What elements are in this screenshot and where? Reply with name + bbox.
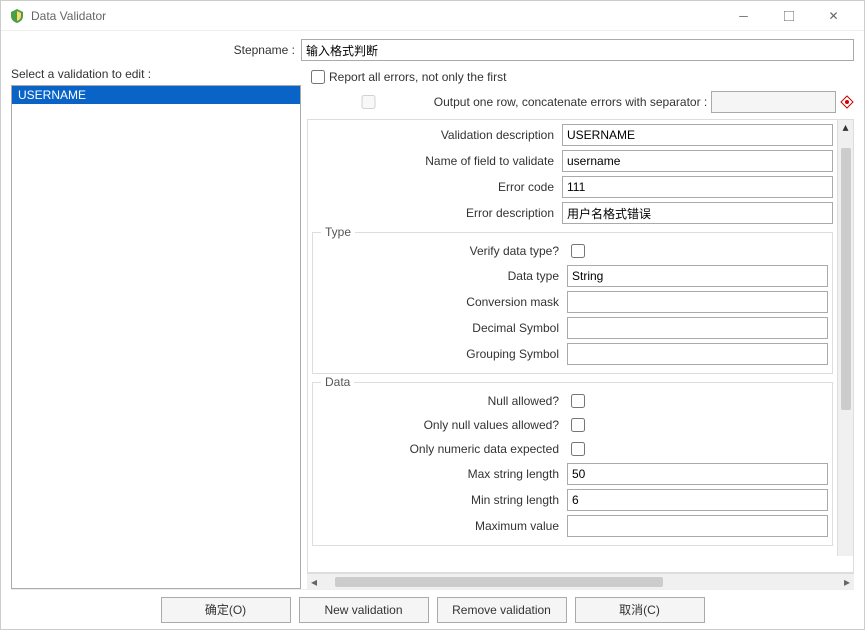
convmask-input[interactable] <box>567 291 828 313</box>
convmask-label: Conversion mask <box>317 295 567 309</box>
validation-list-label: Select a validation to edit : <box>11 67 301 81</box>
fname-input[interactable] <box>562 150 833 172</box>
onlynum-checkbox[interactable] <box>571 442 585 456</box>
stepname-input[interactable] <box>301 39 854 61</box>
horizontal-scrollbar[interactable]: ◂▸ <box>307 573 854 589</box>
grpsym-input[interactable] <box>567 343 828 365</box>
ok-button[interactable]: 确定(O) <box>161 597 291 623</box>
grpsym-label: Grouping Symbol <box>317 347 567 361</box>
minlen-input[interactable] <box>567 489 828 511</box>
onlynull-checkbox[interactable] <box>571 418 585 432</box>
data-validator-window: Data Validator ─ ✕ Stepname : Select a v… <box>0 0 865 630</box>
vertical-scrollbar[interactable]: ▴ <box>837 120 853 556</box>
nullok-checkbox[interactable] <box>571 394 585 408</box>
stepname-row: Stepname : <box>11 39 854 61</box>
errcode-input[interactable] <box>562 176 833 198</box>
onlynum-label: Only numeric data expected <box>317 442 567 456</box>
errcode-label: Error code <box>312 180 562 194</box>
helper-icon[interactable] <box>840 95 854 109</box>
report-all-label: Report all errors, not only the first <box>329 70 506 84</box>
nullok-label: Null allowed? <box>317 394 567 408</box>
vdesc-label: Validation description <box>312 128 562 142</box>
verify-label: Verify data type? <box>317 244 567 258</box>
output-one-label: Output one row, concatenate errors with … <box>434 95 707 109</box>
type-group: Type Verify data type? Data type Convers… <box>312 232 833 374</box>
errdesc-input[interactable] <box>562 202 833 224</box>
titlebar: Data Validator ─ ✕ <box>1 1 864 31</box>
report-all-row: Report all errors, not only the first <box>307 67 854 87</box>
output-one-checkbox <box>311 95 426 109</box>
output-one-row: Output one row, concatenate errors with … <box>307 91 854 113</box>
report-all-checkbox[interactable] <box>311 70 325 84</box>
new-validation-button[interactable]: New validation <box>299 597 429 623</box>
dtype-label: Data type <box>317 269 567 283</box>
button-bar: 确定(O) New validation Remove validation 取… <box>11 589 854 629</box>
maximize-button[interactable] <box>766 1 811 30</box>
remove-validation-button[interactable]: Remove validation <box>437 597 567 623</box>
content-area: Stepname : Select a validation to edit :… <box>1 31 864 629</box>
cancel-button[interactable]: 取消(C) <box>575 597 705 623</box>
decsym-input[interactable] <box>567 317 828 339</box>
body: Select a validation to edit : USERNAME R… <box>11 67 854 589</box>
close-button[interactable]: ✕ <box>811 1 856 30</box>
onlynull-label: Only null values allowed? <box>317 418 567 432</box>
stepname-label: Stepname : <box>11 43 301 57</box>
minimize-button[interactable]: ─ <box>721 1 766 30</box>
data-group-title: Data <box>321 375 354 389</box>
dtype-input[interactable] <box>567 265 828 287</box>
window-title: Data Validator <box>31 9 721 23</box>
maximize-icon <box>784 11 794 21</box>
separator-input <box>711 91 836 113</box>
verify-checkbox[interactable] <box>571 244 585 258</box>
maxlen-input[interactable] <box>567 463 828 485</box>
maxval-input[interactable] <box>567 515 828 537</box>
list-item[interactable]: USERNAME <box>12 86 300 104</box>
data-group: Data Null allowed? Only null values allo… <box>312 382 833 546</box>
form-scroll: Validation description Name of field to … <box>307 119 854 573</box>
validation-list[interactable]: USERNAME <box>11 85 301 589</box>
app-icon <box>9 8 25 24</box>
maxval-label: Maximum value <box>317 519 567 533</box>
fname-label: Name of field to validate <box>312 154 562 168</box>
type-group-title: Type <box>321 225 355 239</box>
minlen-label: Min string length <box>317 493 567 507</box>
left-panel: Select a validation to edit : USERNAME <box>11 67 301 589</box>
errdesc-label: Error description <box>312 206 562 220</box>
vdesc-input[interactable] <box>562 124 833 146</box>
decsym-label: Decimal Symbol <box>317 321 567 335</box>
right-panel: Report all errors, not only the first Ou… <box>307 67 854 589</box>
maxlen-label: Max string length <box>317 467 567 481</box>
